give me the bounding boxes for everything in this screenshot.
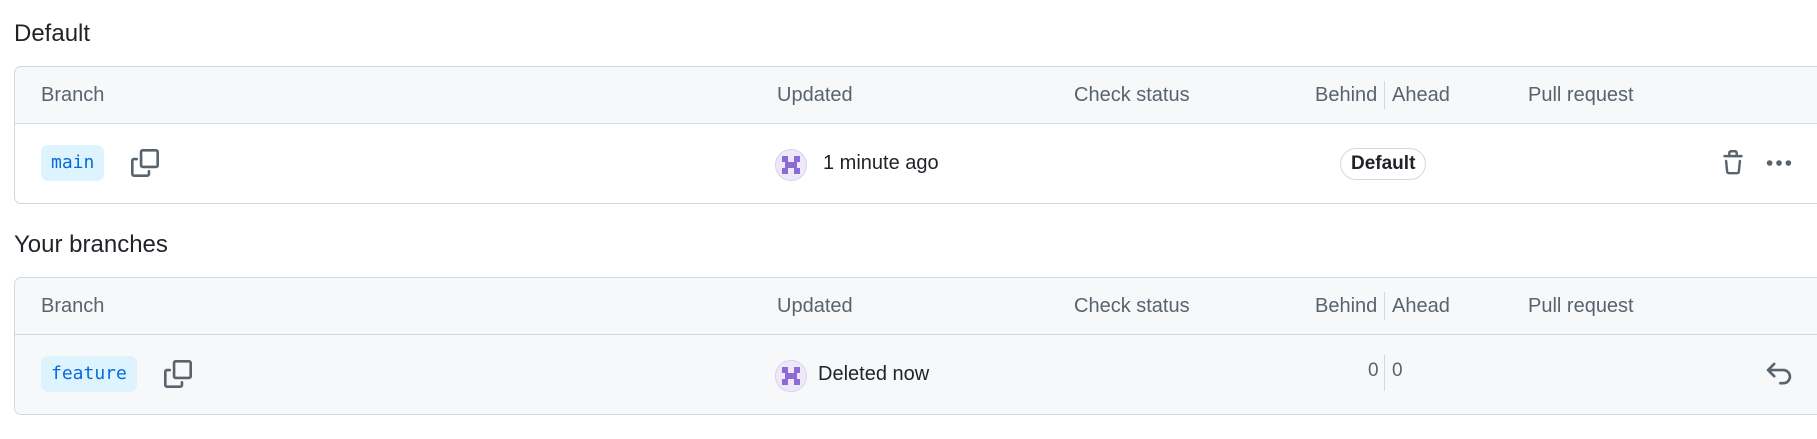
- copy-icon: [131, 149, 159, 177]
- behind-count: 0: [1368, 360, 1379, 381]
- default-branch-table: Branch Updated Check status Behind Ahead…: [14, 66, 1817, 204]
- updated-time: 1 minute ago: [823, 152, 939, 174]
- undo-icon: [1766, 362, 1792, 385]
- branch-name-link[interactable]: main: [41, 145, 105, 181]
- your-branches-table: Branch Updated Check status Behind Ahead…: [14, 277, 1817, 415]
- delete-branch-button[interactable]: [1715, 145, 1751, 181]
- column-header-behind: Behind: [1315, 84, 1378, 106]
- behind-ahead-divider: [1384, 81, 1385, 109]
- identicon-avatar: [776, 361, 806, 391]
- column-header-branch: Branch: [41, 295, 105, 317]
- column-header-branch: Branch: [41, 84, 105, 106]
- column-header-updated: Updated: [777, 295, 853, 317]
- copy-icon: [164, 360, 192, 388]
- column-header-check-status: Check status: [1074, 295, 1190, 317]
- copy-branch-name-button[interactable]: [160, 356, 196, 392]
- default-branch-badge: Default: [1340, 148, 1427, 180]
- restore-branch-button[interactable]: [1761, 356, 1797, 392]
- default-section-title: Default: [14, 20, 91, 47]
- column-header-behind: Behind: [1315, 295, 1378, 317]
- table-row: feature Deleted now 0 0: [15, 335, 1817, 414]
- table-header: Branch Updated Check status Behind Ahead…: [15, 67, 1817, 124]
- trash-icon: [1723, 150, 1743, 175]
- column-header-pull-request: Pull request: [1528, 295, 1634, 317]
- column-header-ahead: Ahead: [1392, 295, 1450, 317]
- branch-name-link[interactable]: feature: [41, 356, 137, 392]
- updated-time: Deleted now: [818, 363, 930, 385]
- column-header-pull-request: Pull request: [1528, 84, 1634, 106]
- table-header: Branch Updated Check status Behind Ahead…: [15, 278, 1817, 335]
- avatar[interactable]: [775, 360, 807, 392]
- table-row: main 1 minute ago Default: [15, 124, 1817, 203]
- kebab-horizontal-icon: [1766, 160, 1792, 166]
- column-header-updated: Updated: [777, 84, 853, 106]
- column-header-check-status: Check status: [1074, 84, 1190, 106]
- behind-ahead-divider: [1384, 355, 1385, 391]
- more-options-button[interactable]: [1761, 145, 1797, 181]
- your-branches-section-title: Your branches: [14, 231, 168, 258]
- ahead-count: 0: [1392, 360, 1403, 381]
- column-header-ahead: Ahead: [1392, 84, 1450, 106]
- identicon-avatar: [776, 150, 806, 180]
- avatar[interactable]: [775, 149, 807, 181]
- copy-branch-name-button[interactable]: [127, 145, 163, 181]
- behind-ahead-divider: [1384, 292, 1385, 320]
